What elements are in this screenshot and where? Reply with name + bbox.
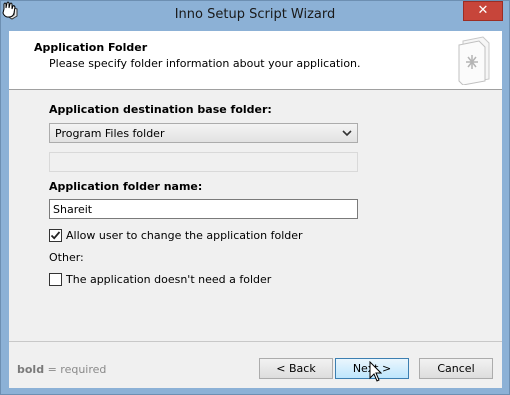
wizard-window: Inno Setup Script Wizard ✕ Application F… xyxy=(0,0,510,395)
wizard-page-icon xyxy=(458,36,490,85)
allow-change-checkbox[interactable] xyxy=(49,229,62,242)
other-label: Other: xyxy=(49,251,84,264)
close-button[interactable]: ✕ xyxy=(463,1,503,21)
no-folder-label: The application doesn't need a folder xyxy=(66,273,272,286)
base-folder-label: Application destination base folder: xyxy=(49,103,272,116)
footer-divider xyxy=(9,341,502,342)
checkmark-icon xyxy=(50,231,61,240)
hand-cursor-icon xyxy=(2,1,16,18)
chevron-down-icon xyxy=(342,130,352,137)
custom-folder-field xyxy=(49,152,358,172)
close-icon: ✕ xyxy=(477,3,489,18)
page-subtitle: Please specify folder information about … xyxy=(49,57,361,70)
folder-name-label: Application folder name: xyxy=(49,180,203,193)
base-folder-select[interactable]: Program Files folder xyxy=(49,123,358,143)
no-folder-checkbox[interactable] xyxy=(49,273,62,286)
page-title: Application Folder xyxy=(34,41,148,54)
window-title: Inno Setup Script Wizard xyxy=(174,7,336,22)
title-bar: Inno Setup Script Wizard ✕ xyxy=(1,1,509,31)
allow-change-label: Allow user to change the application fol… xyxy=(66,229,303,242)
required-legend-bold: bold xyxy=(17,363,45,376)
wizard-client-area: Application Folder Please specify folder… xyxy=(9,31,502,388)
base-folder-select-value: Program Files folder xyxy=(55,127,165,140)
wizard-header: Application Folder Please specify folder… xyxy=(9,31,502,90)
back-button[interactable]: < Back xyxy=(259,358,333,379)
required-legend: bold = required xyxy=(17,363,106,376)
required-legend-text: = required xyxy=(44,363,107,376)
cancel-button[interactable]: Cancel xyxy=(419,358,493,379)
folder-name-input[interactable] xyxy=(49,199,358,219)
mouse-pointer-icon xyxy=(369,361,383,382)
